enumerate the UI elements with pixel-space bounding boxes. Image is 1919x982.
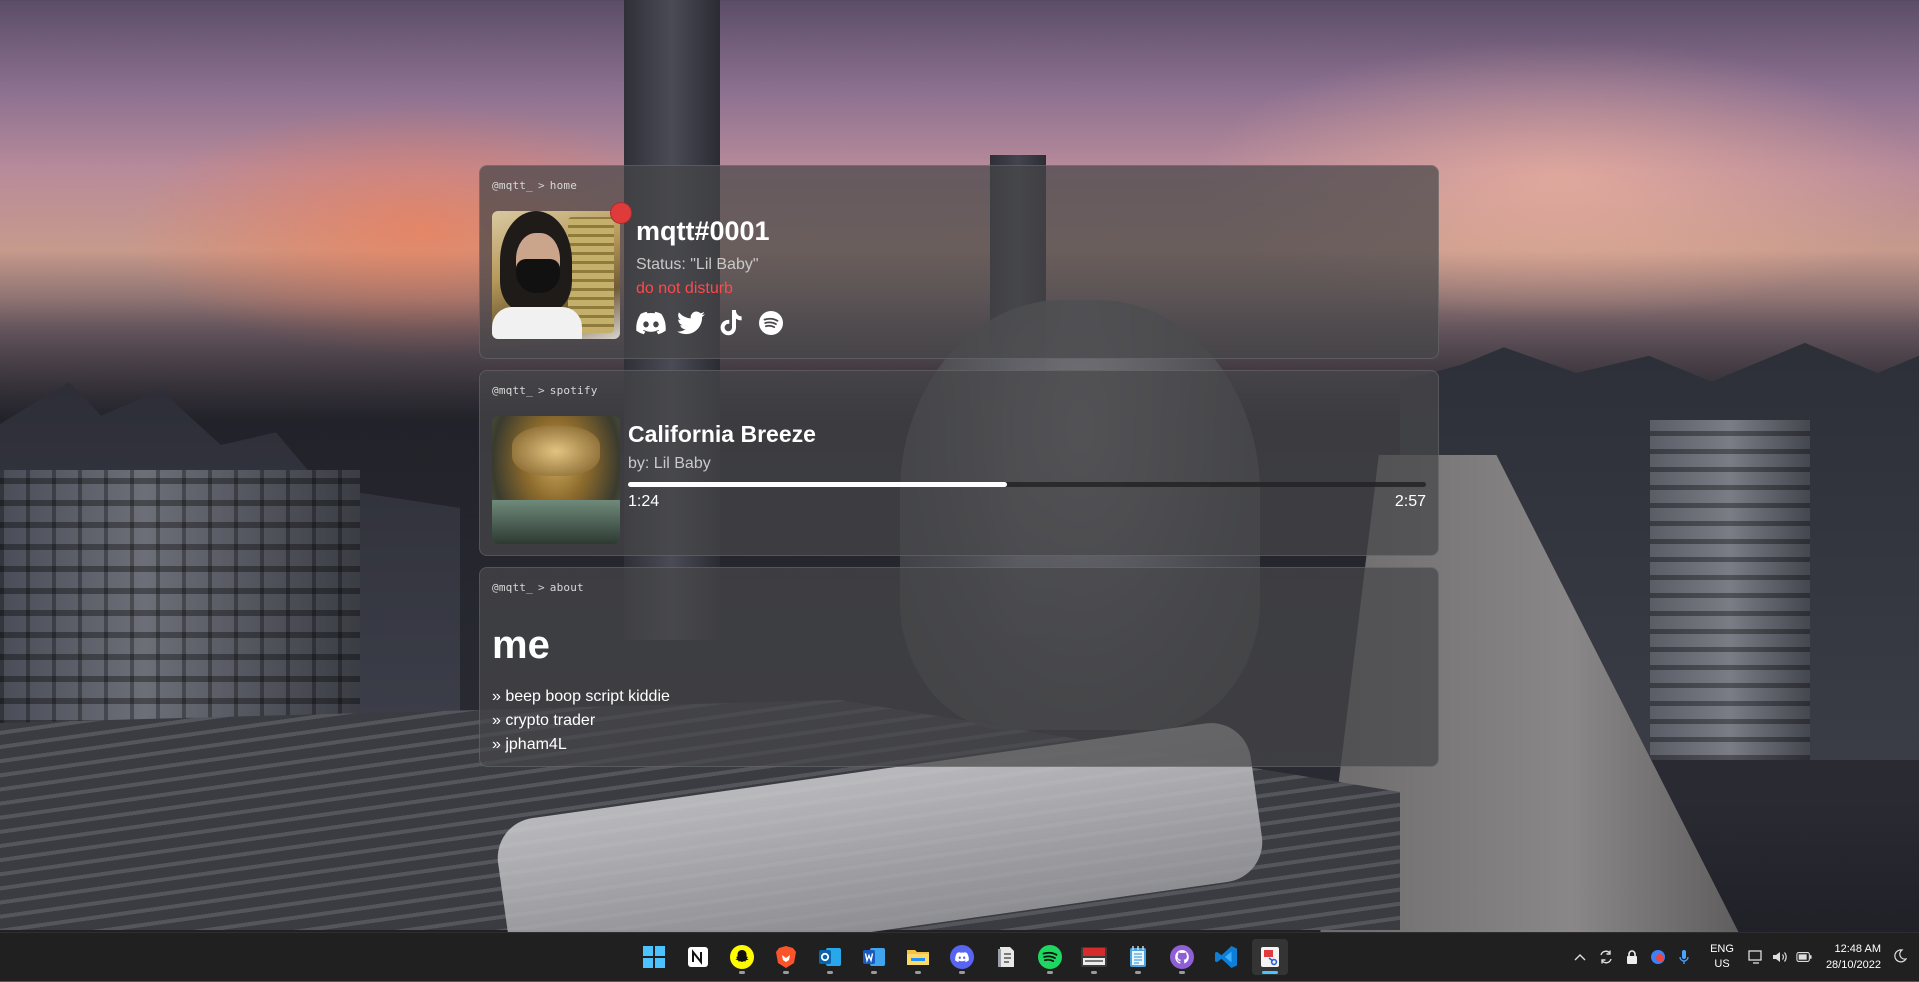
clock-date: 28/10/2022 [1825, 959, 1881, 971]
windows-start-icon[interactable] [636, 939, 672, 975]
network-icon [1748, 949, 1764, 965]
language-code: ENG [1710, 943, 1734, 955]
status-indicator [610, 202, 632, 224]
clock[interactable]: 12:48 AM 28/10/2022 [1826, 941, 1881, 973]
current-time: 1:24 [628, 493, 660, 510]
home-card: @mqtt_ > home mqtt#0001 Status: "Lil Baby"… [479, 165, 1439, 359]
breadcrumb-separator: > [537, 384, 545, 397]
breadcrumb-page: spotify [549, 384, 598, 397]
total-time: 2:57 [1394, 493, 1426, 510]
album-cover [492, 416, 620, 544]
spotify-card: @mqtt_ > spotify California Breeze by: Lil… [479, 370, 1439, 556]
snapchat-icon[interactable] [724, 939, 760, 975]
file-explorer-icon[interactable] [900, 939, 936, 975]
breadcrumb: @mqtt_ > home [492, 179, 577, 192]
about-title: me [492, 623, 550, 667]
taskbar-apps [636, 939, 1288, 975]
clock-time: 12:48 AM [1834, 943, 1881, 955]
track-artist: by: Lil Baby [628, 455, 711, 472]
quick-settings[interactable] [1748, 949, 1812, 965]
sync-icon[interactable] [1598, 949, 1614, 965]
system-tray: ENG US 12:48 AM 28/10/2022 [1572, 933, 1919, 981]
breadcrumb: @mqtt_ > spotify [492, 384, 598, 397]
background-building-right [1650, 420, 1810, 760]
breadcrumb-user: @mqtt_ [492, 179, 533, 192]
spotify-icon[interactable] [1032, 939, 1068, 975]
brave-icon[interactable] [768, 939, 804, 975]
github-desktop-icon[interactable] [1164, 939, 1200, 975]
app-tray-icon[interactable] [1650, 949, 1666, 965]
region-code: US [1714, 958, 1730, 970]
breadcrumb-page: about [549, 581, 584, 594]
twitter-icon[interactable] [676, 308, 706, 338]
username: mqtt#0001 [636, 216, 770, 246]
breadcrumb-user: @mqtt_ [492, 581, 533, 594]
presence-status: do not disturb [636, 280, 733, 297]
discord-icon[interactable] [944, 939, 980, 975]
about-list: » beep boop script kiddie » crypto trade… [492, 685, 670, 757]
breadcrumb-separator: > [537, 179, 545, 192]
microphone-icon[interactable] [1676, 949, 1692, 965]
snipping-tool-icon[interactable] [1252, 939, 1288, 975]
background-skyline-right [1400, 342, 1919, 760]
lock-icon[interactable] [1624, 949, 1640, 965]
avatar [492, 211, 620, 339]
vscode-icon[interactable] [1208, 939, 1244, 975]
word-icon[interactable] [856, 939, 892, 975]
discord-icon[interactable] [636, 308, 666, 338]
spotify-icon[interactable] [756, 308, 786, 338]
breadcrumb-separator: > [537, 581, 545, 594]
background-building-left [0, 470, 360, 770]
social-links [636, 308, 786, 338]
list-item: » beep boop script kiddie [492, 688, 670, 705]
list-item: » jpham4L [492, 736, 567, 753]
notepad-icon[interactable] [1120, 939, 1156, 975]
tray-icons [1572, 949, 1692, 965]
chevron-up-icon[interactable] [1572, 949, 1588, 965]
voicemeeter-icon[interactable] [1076, 939, 1112, 975]
track-title: California Breeze [628, 421, 816, 447]
list-item: » crypto trader [492, 712, 596, 729]
outlook-icon[interactable] [812, 939, 848, 975]
notes-icon[interactable] [988, 939, 1024, 975]
focus-assist-icon[interactable] [1893, 948, 1908, 966]
breadcrumb-page: home [549, 179, 578, 192]
breadcrumb: @mqtt_ > about [492, 581, 584, 594]
custom-status: Status: "Lil Baby" [636, 256, 759, 273]
volume-icon [1772, 949, 1788, 965]
tiktok-icon[interactable] [716, 308, 746, 338]
notion-icon[interactable] [680, 939, 716, 975]
taskbar: ENG US 12:48 AM 28/10/2022 [0, 932, 1919, 981]
battery-icon [1796, 949, 1812, 965]
background-skyline-left [0, 382, 460, 760]
breadcrumb-user: @mqtt_ [492, 384, 533, 397]
language-indicator[interactable]: ENG US [1710, 942, 1734, 972]
playback-progress-fill [628, 482, 1008, 487]
playback-progress-bar[interactable] [628, 482, 1426, 487]
about-card: @mqtt_ > about me » beep boop script kiddi… [479, 567, 1439, 767]
